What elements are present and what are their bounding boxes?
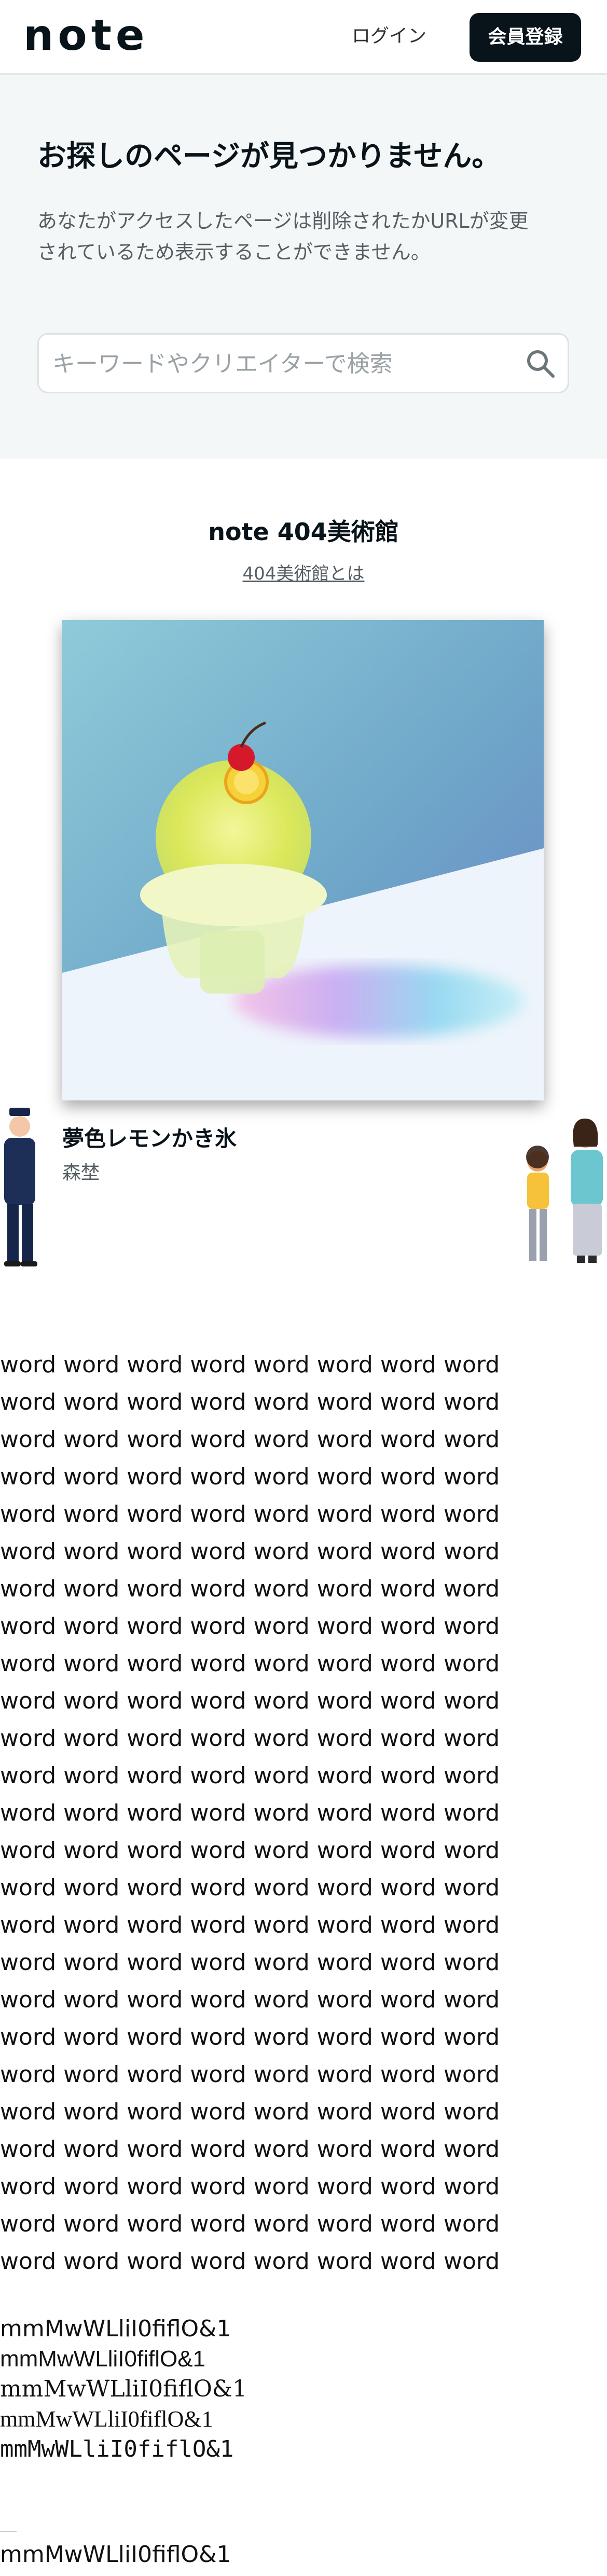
word-line: word word word word word word word word: [0, 2136, 500, 2162]
glyph-line-dejavu-mono: mmMwWLliI0fiflO&1: [0, 2436, 234, 2462]
word-line: word word word word word word word word: [0, 2211, 500, 2237]
word-line: word word word word word word word word: [0, 2248, 500, 2275]
search-input[interactable]: [51, 345, 510, 382]
word-line: word word word word word word word word: [0, 1576, 500, 1602]
word-test-block: word word word word word word word word …: [0, 1346, 607, 2280]
divider: [0, 2531, 17, 2532]
word-line: word word word word word word word word: [0, 1352, 500, 1378]
word-line: word word word word word word word word: [0, 1987, 500, 2013]
word-line: word word word word word word word word: [0, 2061, 500, 2088]
artwork-image[interactable]: [62, 620, 544, 1100]
glyph-line-liberation-sans: mmMwWLliI0fiflO&1: [0, 2346, 206, 2372]
museum-title: note 404美術館: [208, 518, 399, 546]
word-line: word word word word word word word word: [0, 1501, 500, 1527]
word-line: word word word word word word word word: [0, 1837, 500, 1864]
glyph-line-liberation-serif: mmMwWLliI0fiflO&1: [0, 2406, 213, 2432]
search-box: [37, 333, 569, 393]
word-line: word word word word word word word word: [0, 1426, 500, 1453]
word-line: word word word word word word word word: [0, 1650, 500, 1677]
not-found-section: お探しのページが見つかりません。 あなたがアクセスしたページは削除されたかURL…: [0, 75, 607, 459]
museum-about-link[interactable]: 404美術館とは: [0, 562, 607, 586]
word-line: word word word word word word word word: [0, 1538, 500, 1565]
login-link[interactable]: ログイン: [342, 22, 436, 51]
word-line: word word word word word word word word: [0, 1800, 500, 1826]
note-logo[interactable]: note: [23, 17, 179, 56]
word-line: word word word word word word word word: [0, 2099, 500, 2125]
error-description: あなたがアクセスしたページは削除されたかURLが変更されているため表示することが…: [37, 210, 529, 264]
word-line: word word word word word word word word: [0, 1949, 500, 1976]
word-line: word word word word word word word word: [0, 1613, 500, 1640]
signup-button[interactable]: 会員登録: [470, 13, 581, 62]
artwork-illustration: [62, 620, 544, 1100]
word-line: word word word word word word word word: [0, 1875, 500, 1901]
word-line: word word word word word word word word: [0, 1688, 500, 1714]
word-line: word word word word word word word word: [0, 1725, 500, 1752]
guard-illustration: [4, 1108, 37, 1266]
search-icon[interactable]: [524, 347, 557, 380]
word-line: word word word word word word word word: [0, 1389, 500, 1415]
visitors-illustration: [526, 1118, 603, 1263]
word-line: word word word word word word word word: [0, 1762, 500, 1789]
logo-text: note: [23, 17, 149, 56]
word-line: word word word word word word word word: [0, 1464, 500, 1490]
site-header: note ログイン 会員登録: [0, 0, 607, 75]
word-line: word word word word word word word word: [0, 1912, 500, 1938]
word-line: word word word word word word word word: [0, 2024, 500, 2050]
glyph-line-final: mmMwWLliI0fiflO&1: [0, 2541, 231, 2568]
glyph-line-dejavu-sans: mmMwWLliI0fiflO&1: [0, 2316, 231, 2342]
artwork-title[interactable]: 夢色レモンかき氷: [62, 1124, 237, 1153]
artwork-author[interactable]: 森埜: [62, 1161, 100, 1186]
error-title: お探しのページが見つかりません。: [37, 140, 501, 173]
glyph-line-dejavu-serif: mmMwWLliI0fiflO&1: [0, 2376, 247, 2402]
word-line: word word word word word word word word: [0, 2173, 500, 2200]
